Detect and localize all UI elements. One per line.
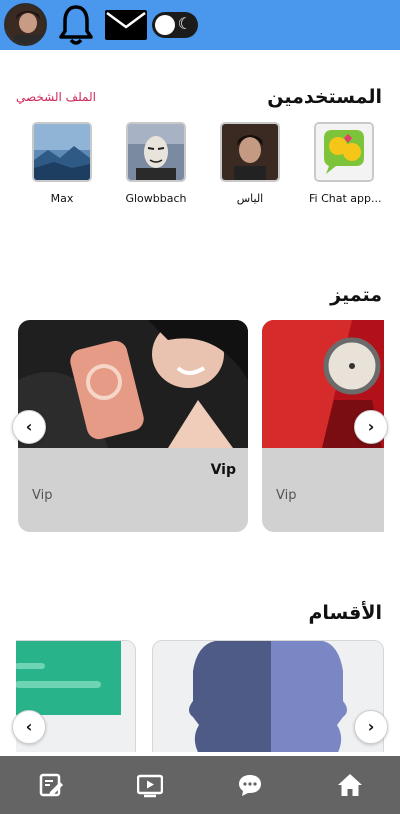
user-name: الياس xyxy=(236,192,264,205)
user-avatar[interactable] xyxy=(4,3,47,46)
category-card[interactable] xyxy=(152,640,384,752)
featured-section-title: متميز xyxy=(330,284,382,306)
bottom-nav xyxy=(0,756,400,814)
user-image xyxy=(126,122,186,182)
featured-next-button[interactable]: › xyxy=(354,410,388,444)
user-item[interactable]: Fi Chat app... xyxy=(309,120,382,205)
category-card-image xyxy=(153,641,383,752)
mail-icon[interactable] xyxy=(104,9,148,41)
toggle-knob xyxy=(155,15,175,35)
chat-icon[interactable] xyxy=(237,772,263,798)
user-item[interactable]: Max xyxy=(27,120,97,205)
user-name: Glowbbach xyxy=(125,192,187,205)
featured-card[interactable]: Vip Vip xyxy=(18,320,248,532)
avatar-image xyxy=(6,5,45,44)
user-image xyxy=(220,122,280,182)
categories-prev-button[interactable]: ‹ xyxy=(12,710,46,744)
top-bar: ☾ xyxy=(0,0,400,50)
video-icon[interactable] xyxy=(137,772,163,798)
profile-link[interactable]: الملف الشخصي xyxy=(16,90,96,104)
featured-card-title: Vip xyxy=(210,462,236,478)
featured-prev-button[interactable]: ‹ xyxy=(12,410,46,444)
featured-card-image xyxy=(18,320,248,448)
user-image xyxy=(314,122,374,182)
featured-card-subtitle: Vip xyxy=(32,488,53,503)
moon-icon: ☾ xyxy=(177,14,192,33)
user-name: Max xyxy=(50,192,74,205)
users-row: Fi Chat app... الياس Glowbbach Max xyxy=(0,120,400,210)
user-image xyxy=(32,122,92,182)
categories-next-button[interactable]: › xyxy=(354,710,388,744)
home-icon[interactable] xyxy=(337,772,363,798)
categories-section-title: الأقسام xyxy=(308,602,383,624)
user-item[interactable]: Glowbbach xyxy=(121,120,191,205)
user-item[interactable]: الياس xyxy=(215,120,285,205)
user-name: Fi Chat app... xyxy=(309,192,382,205)
bell-icon[interactable] xyxy=(56,3,96,47)
categories-carousel xyxy=(16,640,384,752)
featured-carousel: Vip Vip Vip xyxy=(16,320,384,536)
users-section-title: المستخدمين xyxy=(267,86,382,108)
featured-card-subtitle: Vip xyxy=(276,488,297,503)
theme-toggle[interactable]: ☾ xyxy=(152,12,198,38)
edit-icon[interactable] xyxy=(38,772,64,798)
